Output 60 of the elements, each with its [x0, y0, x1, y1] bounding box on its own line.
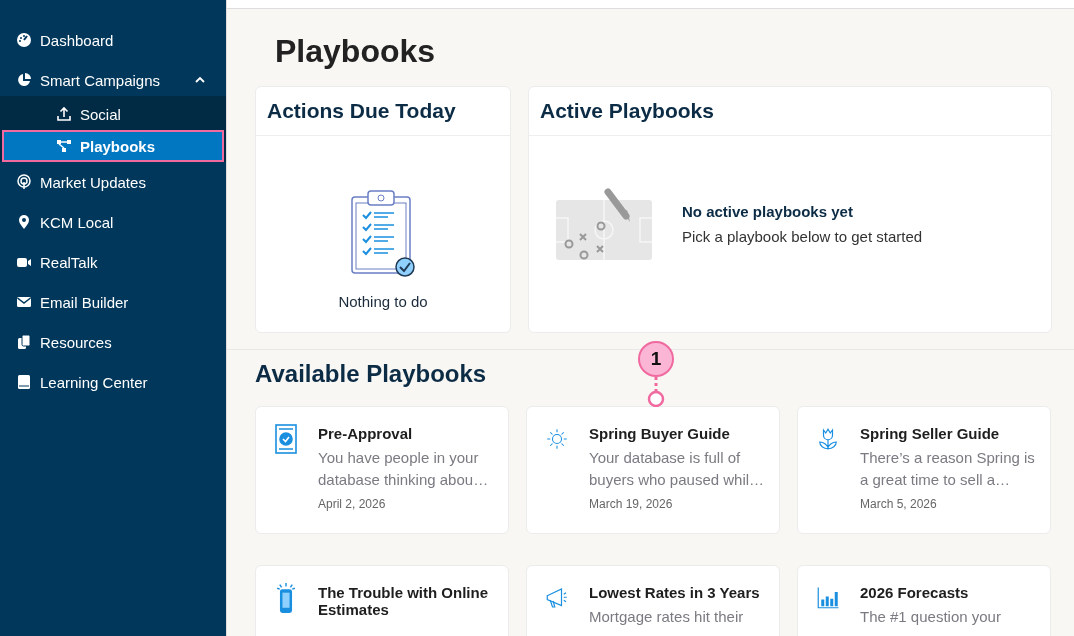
- playbook-date: April 2, 2026: [318, 497, 387, 511]
- nav-item[interactable]: Dashboard: [0, 20, 226, 60]
- section-title: Available Playbooks: [255, 359, 487, 388]
- playbook-title: Spring Buyer Guide: [589, 425, 731, 442]
- flow-nodes-icon: [56, 138, 72, 154]
- smartphone-icon: [274, 582, 298, 614]
- pie-chart-icon: [16, 72, 32, 88]
- upload-icon: [56, 106, 72, 122]
- playbook-title: Pre-Approval: [318, 425, 414, 442]
- empty-state-text: Nothing to do: [338, 293, 428, 310]
- nav-label: Social: [80, 105, 121, 123]
- playbook-date: March 19, 2026: [589, 497, 674, 511]
- playbook-title: The Trouble with Online Estimates: [318, 584, 489, 618]
- nav-item[interactable]: Email Builder: [0, 282, 226, 322]
- document-check-icon: [274, 423, 298, 455]
- playbook-description: The #1 question your: [860, 607, 1001, 627]
- nav-label: Playbooks: [80, 137, 156, 155]
- callout-pointer: [646, 377, 666, 407]
- podcast-icon: [16, 174, 32, 190]
- nav-label: Smart Campaigns: [40, 71, 161, 89]
- playbook-date: March 5, 2026: [860, 497, 938, 511]
- nav-item[interactable]: Smart Campaigns: [0, 60, 226, 100]
- nav-label: Email Builder: [40, 293, 129, 311]
- nav-label: Learning Center: [40, 373, 148, 391]
- card-title: Active Playbooks: [529, 87, 1051, 136]
- nav-item[interactable]: KCM Local: [0, 202, 226, 242]
- playbook-description: You have people in your database thinking abou…: [318, 448, 490, 490]
- page-title: Playbooks: [275, 33, 437, 70]
- empty-state-title: No active playbooks yet: [682, 203, 854, 220]
- nav-label: KCM Local: [40, 213, 114, 231]
- copy-icon: [16, 334, 32, 350]
- card-title: Actions Due Today: [256, 87, 510, 136]
- nav-item[interactable]: Market Updates: [0, 162, 226, 202]
- nav-label: Dashboard: [40, 31, 114, 49]
- playbook-description: Mortgage rates hit their: [589, 607, 745, 627]
- playbook-title: Spring Seller Guide: [860, 425, 1001, 442]
- callout-number: 1: [638, 341, 674, 377]
- nav-subitem[interactable]: Social: [2, 98, 224, 130]
- playbook-description: There’s a reason Spring is a great time to sell a…: [860, 448, 1036, 490]
- nav-item[interactable]: Learning Center: [0, 362, 226, 402]
- playbook-card[interactable]: Pre-Approval You have people in your database thinking abou… April 2, 2026: [255, 406, 509, 534]
- empty-state-text: Pick a playbook below to get started: [682, 228, 923, 245]
- playbook-description: Your database is full of buyers who paused whil…: [589, 448, 766, 490]
- playbook-card[interactable]: Lowest Rates in 3 Years Mortgage rates hit their: [526, 565, 780, 636]
- nav-label: RealTalk: [40, 253, 98, 271]
- nav-label: Market Updates: [40, 173, 146, 191]
- book-icon: [16, 374, 32, 390]
- playbook-title: Lowest Rates in 3 Years: [589, 584, 760, 601]
- playbook-card[interactable]: Spring Seller Guide There’s a reason Spring is a great time to sell a… March 5, 2026: [797, 406, 1051, 534]
- playbook-card[interactable]: Spring Buyer Guide Your database is full of buyers who paused whil… March 19, 2026: [526, 406, 780, 534]
- playbook-title: 2026 Forecasts: [860, 584, 970, 601]
- dashboard-icon: [16, 32, 32, 48]
- playbook-card[interactable]: The Trouble with Online Estimates: [255, 565, 509, 636]
- location-pin-icon: [16, 214, 32, 230]
- playbook-card[interactable]: 2026 Forecasts The #1 question your: [797, 565, 1051, 636]
- envelope-icon: [16, 294, 32, 310]
- nav-subitem[interactable]: Playbooks: [2, 130, 224, 162]
- nav-item[interactable]: Resources: [0, 322, 226, 362]
- nav-item[interactable]: RealTalk: [0, 242, 226, 282]
- nav-label: Resources: [40, 333, 112, 351]
